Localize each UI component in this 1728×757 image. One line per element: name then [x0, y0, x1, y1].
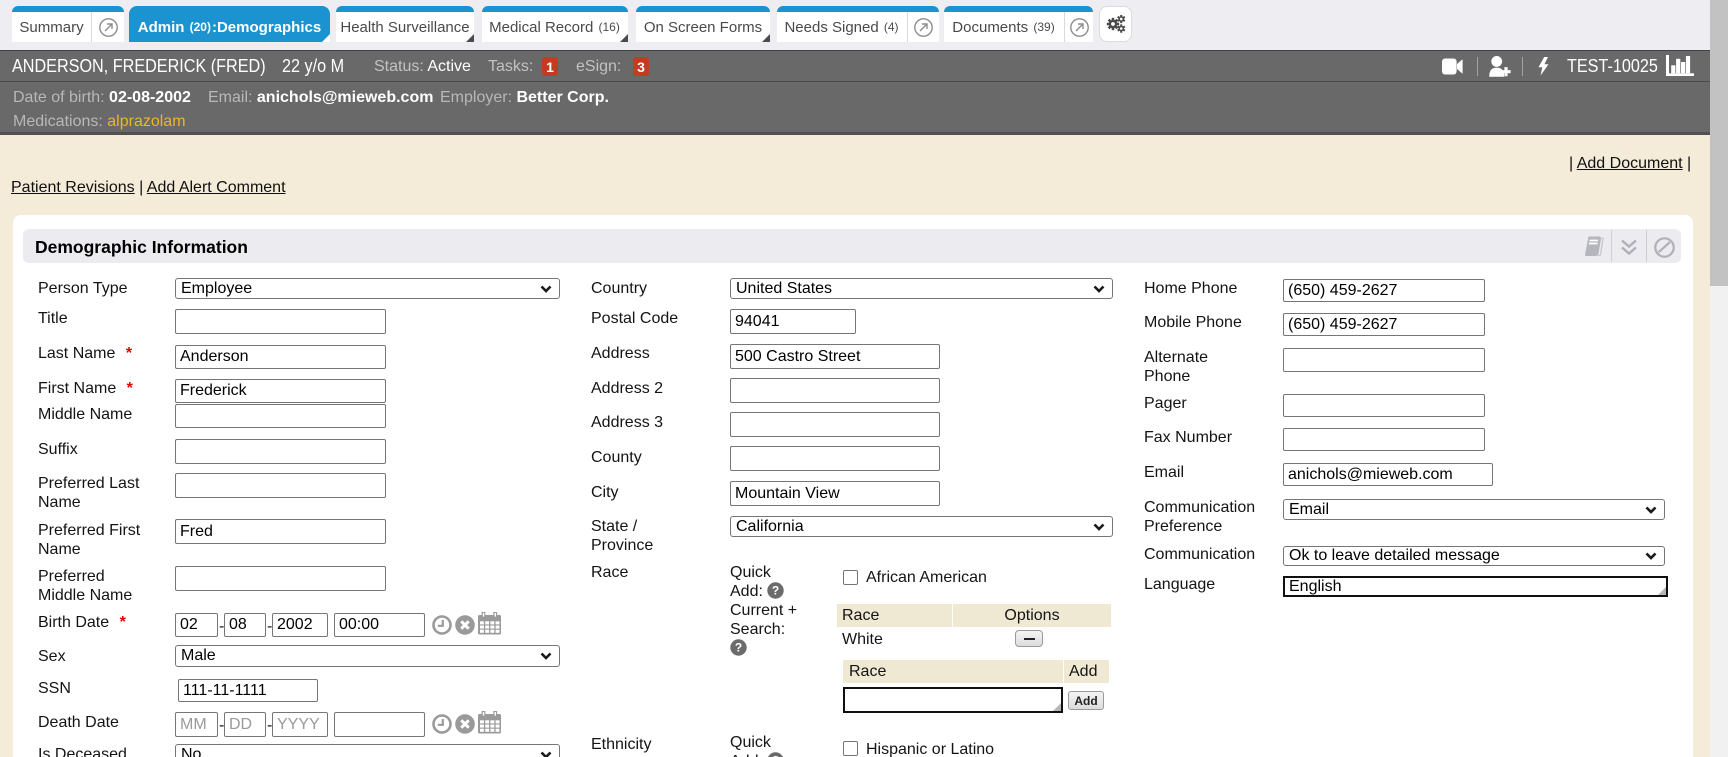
svg-text:?: ? [735, 641, 742, 655]
svg-text:?: ? [772, 584, 779, 598]
